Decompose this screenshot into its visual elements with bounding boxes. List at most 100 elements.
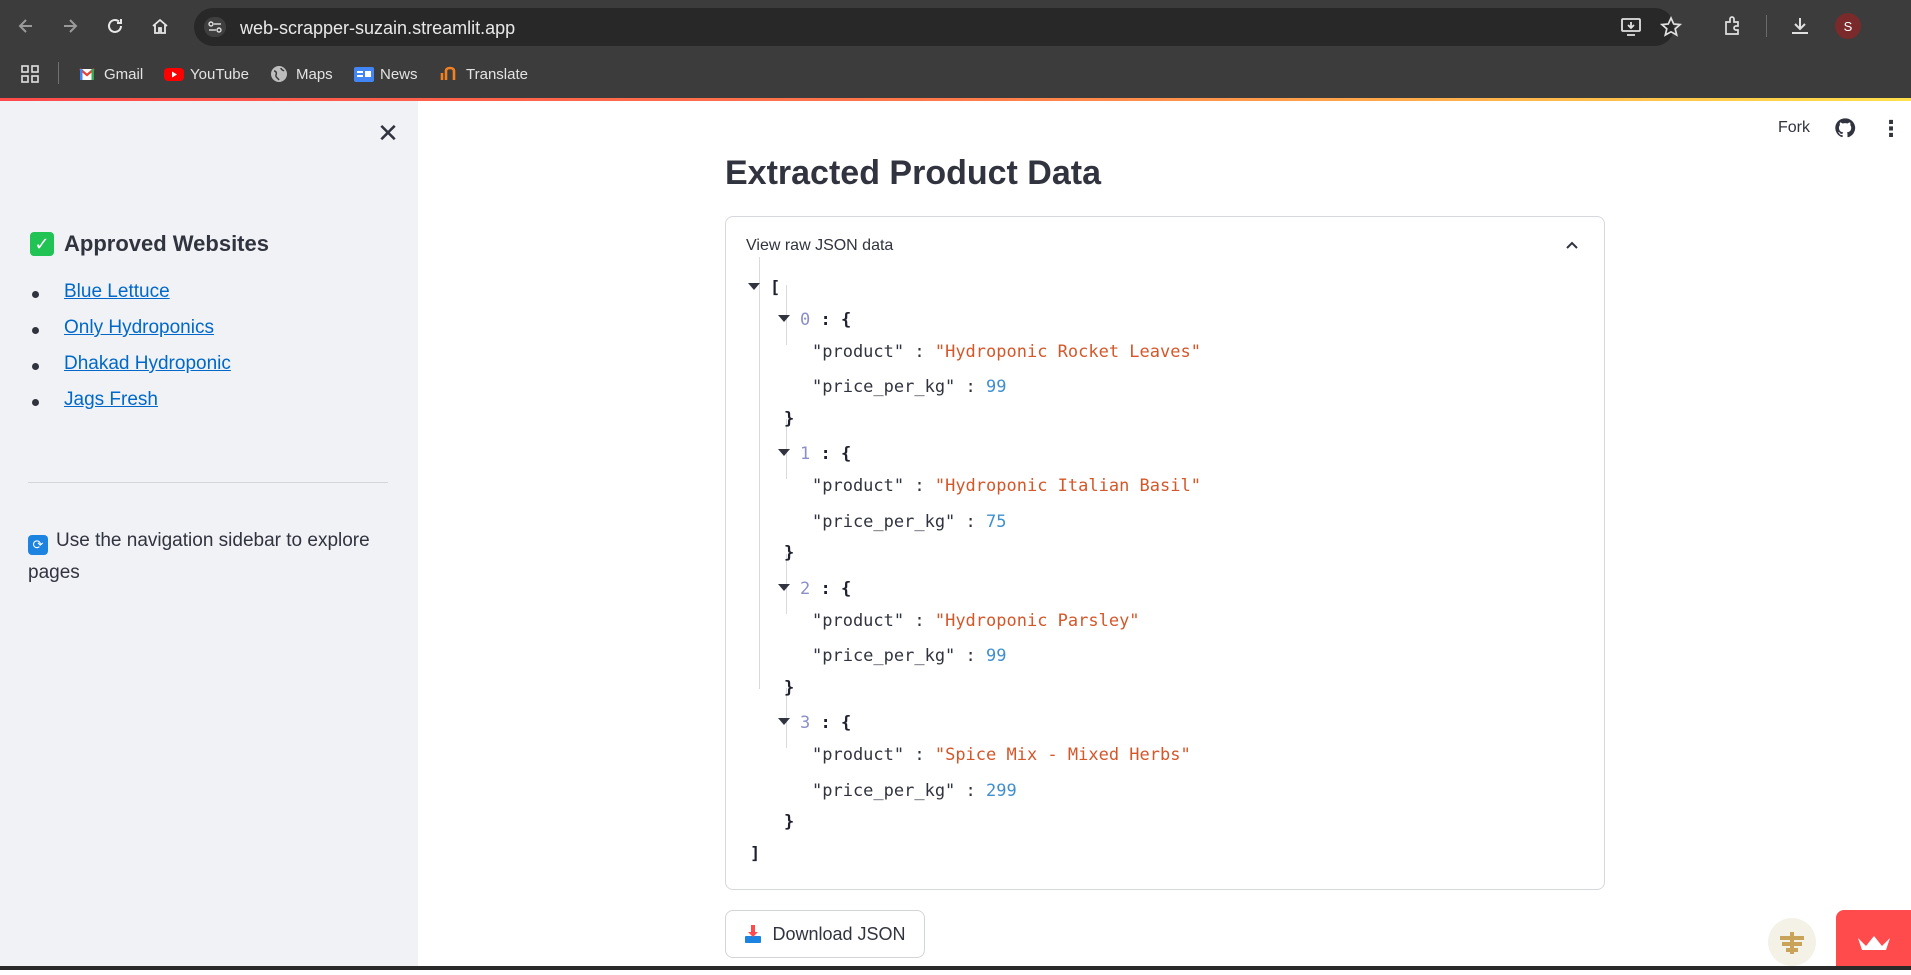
streamlit-app-avatar[interactable] xyxy=(1768,918,1816,966)
fork-button[interactable]: Fork xyxy=(1778,119,1810,137)
toolbar-divider xyxy=(1766,15,1767,37)
github-icon[interactable] xyxy=(1834,117,1856,139)
site-settings-icon[interactable] xyxy=(204,17,226,37)
forward-arrow-icon[interactable] xyxy=(56,12,84,40)
json-root-open[interactable]: [ xyxy=(748,277,780,299)
json-index: 2 xyxy=(800,579,811,599)
bookmark-label: News xyxy=(380,65,418,83)
json-key: "price_per_kg" xyxy=(812,781,956,801)
back-arrow-icon[interactable] xyxy=(12,12,40,40)
apps-grid-icon[interactable] xyxy=(20,62,40,86)
bookmark-translate[interactable]: Translate xyxy=(440,62,528,86)
bookmarks-bar: Gmail YouTube Maps News Translate xyxy=(0,52,1911,98)
json-product-row: "product" : "Hydroponic Rocket Leaves" xyxy=(812,342,1201,362)
check-mark-icon: ✓ xyxy=(30,232,54,256)
bottom-edge xyxy=(0,966,1911,970)
browser-toolbar: web-scrapper-suzain.streamlit.app S xyxy=(0,0,1911,52)
sidebar-info: ⟳ Use the navigation sidebar to explore p… xyxy=(28,525,388,589)
approved-websites-list: Blue Lettuce Only Hydroponics Dhakad Hyd… xyxy=(30,281,231,425)
json-expander: View raw JSON data [ 0 : { "product" : "… xyxy=(725,216,1605,890)
json-index: 0 xyxy=(800,310,811,330)
bookmark-star-icon[interactable] xyxy=(1659,15,1683,38)
json-key: "product" xyxy=(812,611,905,631)
json-item-close: } xyxy=(784,812,795,832)
gmail-icon xyxy=(78,65,96,83)
bookmark-news[interactable]: News xyxy=(354,62,418,86)
link-blue-lettuce[interactable]: Blue Lettuce xyxy=(64,281,170,302)
home-icon[interactable] xyxy=(146,12,174,40)
json-item-close: } xyxy=(784,543,795,563)
json-item-close: } xyxy=(784,409,795,429)
download-json-button[interactable]: Download JSON xyxy=(725,910,925,958)
bookmark-maps[interactable]: Maps xyxy=(270,62,333,86)
sidebar-heading-text: Approved Websites xyxy=(64,231,269,256)
bookmark-gmail[interactable]: Gmail xyxy=(78,62,143,86)
reload-icon[interactable] xyxy=(101,12,129,40)
address-bar[interactable]: web-scrapper-suzain.streamlit.app xyxy=(194,8,1683,46)
json-viewer: [ 0 : { "product" : "Hydroponic Rocket L… xyxy=(726,217,1604,889)
list-item: Jags Fresh xyxy=(30,389,231,425)
json-key: "product" xyxy=(812,745,905,765)
collapse-triangle-icon[interactable] xyxy=(778,315,790,322)
json-key: "product" xyxy=(812,476,905,496)
link-only-hydroponics[interactable]: Only Hydroponics xyxy=(64,317,214,338)
json-string-value: "Hydroponic Rocket Leaves" xyxy=(934,342,1201,362)
streamlit-badge[interactable] xyxy=(1836,910,1911,970)
page-title: Extracted Product Data xyxy=(725,154,1101,192)
json-price-row: "price_per_kg" : 99 xyxy=(812,377,1007,397)
json-item-header[interactable]: 2 : { xyxy=(778,578,851,600)
install-app-icon[interactable] xyxy=(1620,16,1642,38)
translate-icon xyxy=(440,65,458,83)
youtube-icon xyxy=(164,65,184,83)
json-string-value: "Hydroponic Parsley" xyxy=(934,611,1140,631)
downloads-icon[interactable] xyxy=(1788,14,1812,38)
json-product-row: "product" : "Spice Mix - Mixed Herbs" xyxy=(812,745,1191,765)
json-string-value: "Hydroponic Italian Basil" xyxy=(934,476,1201,496)
collapse-triangle-icon[interactable] xyxy=(778,584,790,591)
json-item-close: } xyxy=(784,678,795,698)
json-product-row: "product" : "Hydroponic Parsley" xyxy=(812,611,1140,631)
json-price-row: "price_per_kg" : 99 xyxy=(812,646,1007,666)
download-button-label: Download JSON xyxy=(772,923,906,944)
sidebar-heading: ✓ Approved Websites xyxy=(30,231,269,257)
json-number-value: 75 xyxy=(986,512,1007,532)
main-menu-icon[interactable]: ⋮ xyxy=(1880,118,1902,140)
sidebar: ✕ ✓ Approved Websites Blue Lettuce Only … xyxy=(0,101,418,970)
news-icon xyxy=(354,65,374,83)
json-price-row: "price_per_kg" : 75 xyxy=(812,512,1007,532)
json-key: "product" xyxy=(812,342,905,362)
close-sidebar-icon[interactable]: ✕ xyxy=(374,119,402,147)
json-number-value: 99 xyxy=(986,646,1007,666)
json-item-header[interactable]: 1 : { xyxy=(778,443,851,465)
json-guide-line xyxy=(759,257,760,689)
link-jags-fresh[interactable]: Jags Fresh xyxy=(64,389,158,410)
json-key: "price_per_kg" xyxy=(812,646,956,666)
collapse-triangle-icon[interactable] xyxy=(778,449,790,456)
json-item-header[interactable]: 0 : { xyxy=(778,309,851,331)
json-number-value: 299 xyxy=(986,781,1017,801)
url-text[interactable]: web-scrapper-suzain.streamlit.app xyxy=(240,18,515,39)
repeat-icon: ⟳ xyxy=(28,535,48,555)
extensions-icon[interactable] xyxy=(1722,14,1746,38)
bookmark-youtube[interactable]: YouTube xyxy=(164,62,249,86)
bookmark-label: YouTube xyxy=(190,65,249,83)
list-item: Dhakad Hydroponic xyxy=(30,353,231,389)
json-product-row: "product" : "Hydroponic Italian Basil" xyxy=(812,476,1201,496)
link-dhakad-hydroponic[interactable]: Dhakad Hydroponic xyxy=(64,353,231,374)
json-index: 1 xyxy=(800,444,811,464)
json-root-close: ] xyxy=(750,844,761,864)
download-tray-icon xyxy=(744,924,762,944)
collapse-triangle-icon[interactable] xyxy=(748,283,760,290)
list-item: Blue Lettuce xyxy=(30,281,231,317)
json-item-header[interactable]: 3 : { xyxy=(778,712,851,734)
profile-avatar[interactable]: S xyxy=(1835,13,1861,39)
sidebar-divider xyxy=(28,482,388,483)
bookmark-label: Gmail xyxy=(104,65,144,83)
json-key: "price_per_kg" xyxy=(812,377,956,397)
list-item: Only Hydroponics xyxy=(30,317,231,353)
bookmarks-divider xyxy=(58,62,59,84)
bookmark-label: Translate xyxy=(466,65,528,83)
json-price-row: "price_per_kg" : 299 xyxy=(812,781,1017,801)
collapse-triangle-icon[interactable] xyxy=(778,718,790,725)
globe-icon xyxy=(270,65,288,83)
